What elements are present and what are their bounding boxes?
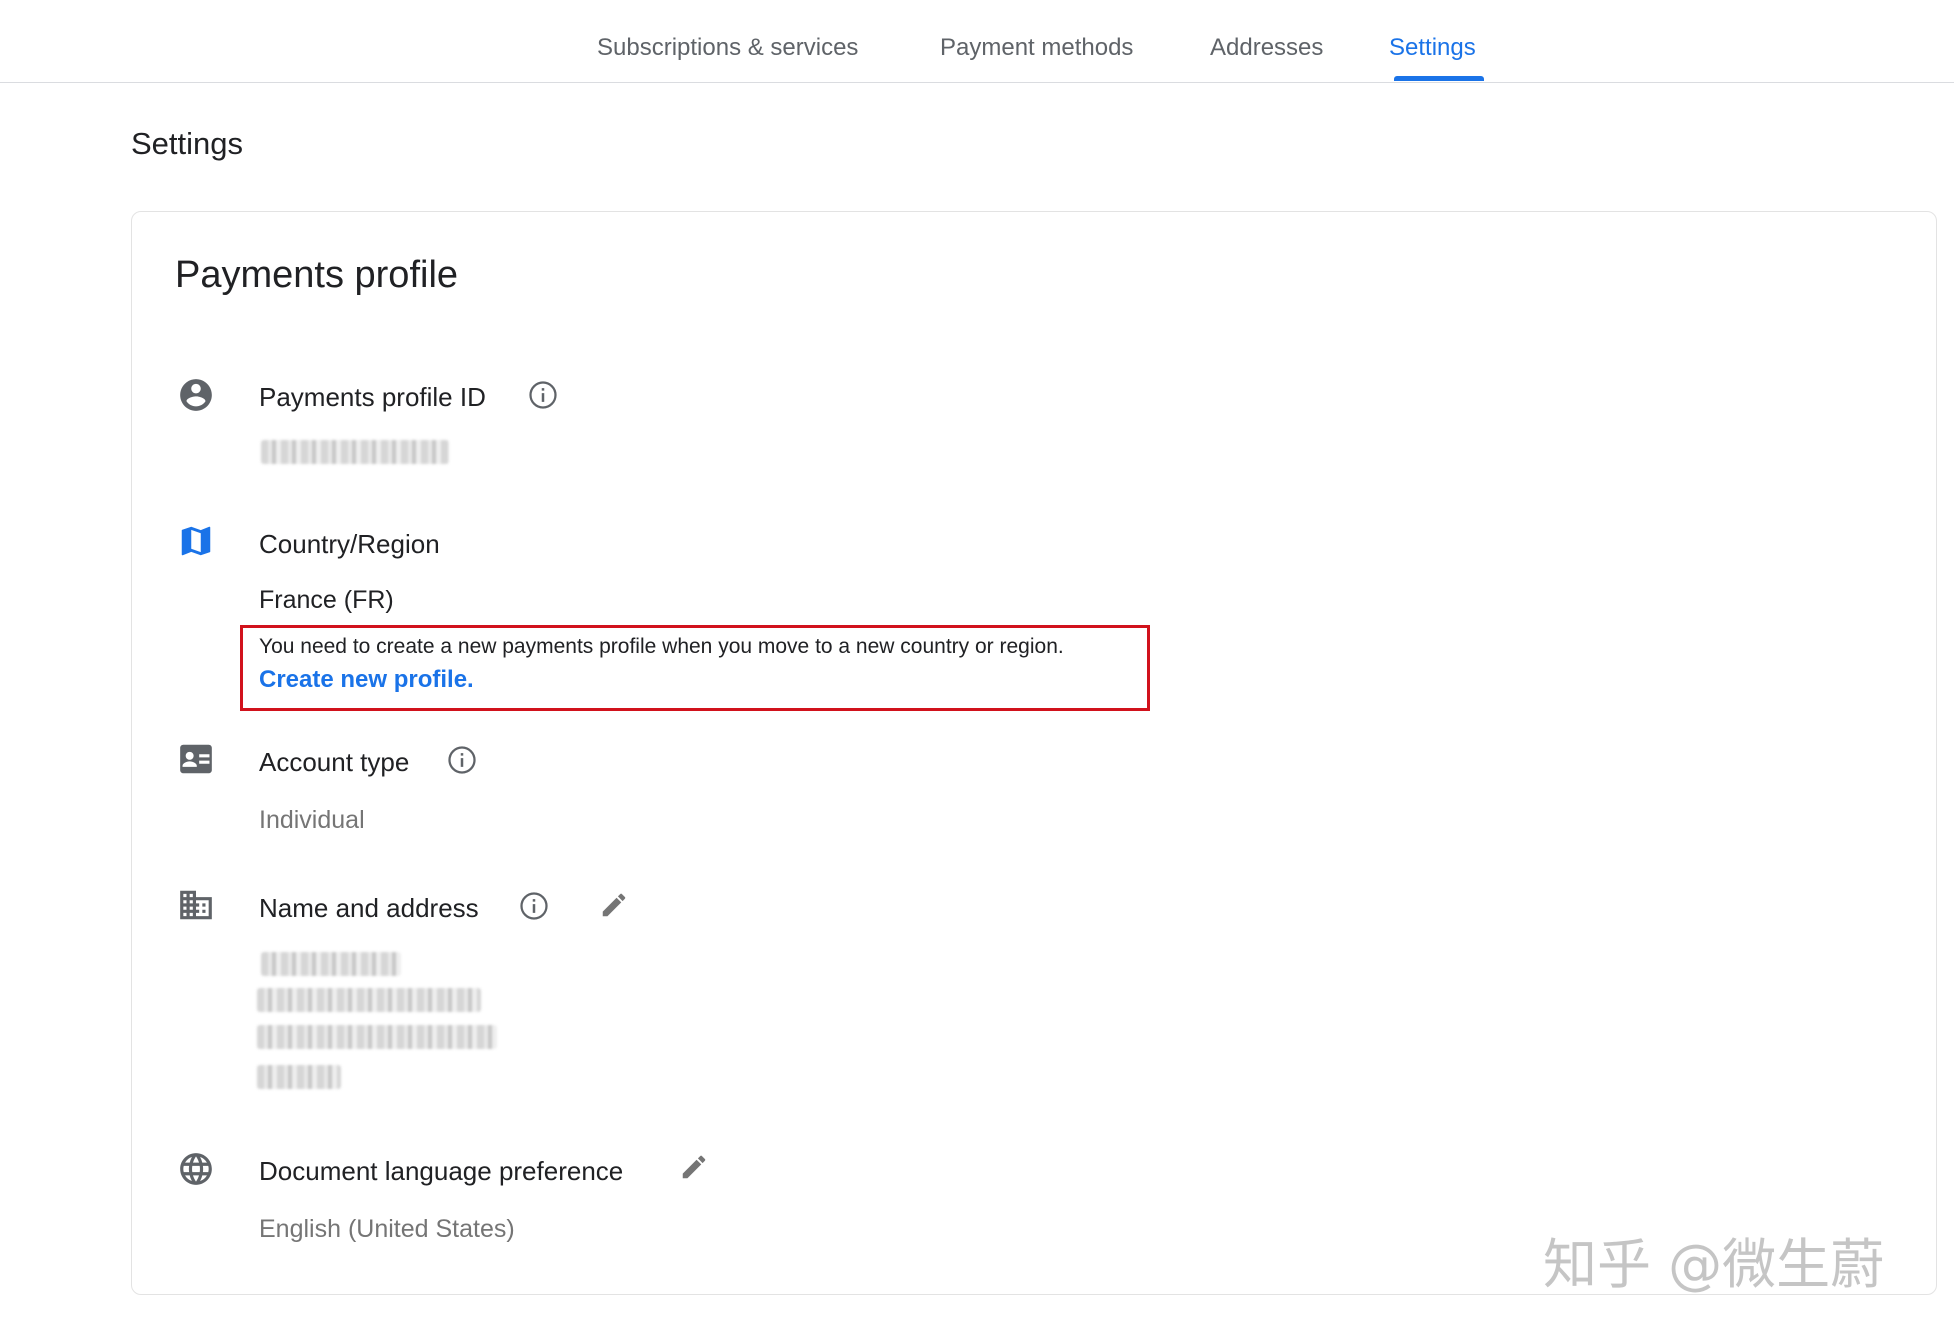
info-icon[interactable] xyxy=(447,745,477,775)
redacted-address-line-2 xyxy=(257,1025,497,1049)
active-tab-indicator xyxy=(1394,76,1484,81)
create-new-profile-link[interactable]: Create new profile. xyxy=(259,666,474,694)
watermark: 知乎 @微生蔚 xyxy=(1543,1233,1885,1296)
document-language-value: English (United States) xyxy=(259,1215,515,1243)
redacted-address-line-3 xyxy=(257,1065,341,1089)
tab-settings[interactable]: Settings xyxy=(1389,34,1476,62)
edit-pencil-icon[interactable] xyxy=(679,1152,709,1182)
top-navigation: Subscriptions & services Payment methods… xyxy=(0,0,1954,83)
account-circle-icon xyxy=(180,379,212,411)
page-title: Settings xyxy=(131,126,244,161)
redacted-name xyxy=(261,952,401,976)
map-icon xyxy=(181,526,211,556)
info-icon[interactable] xyxy=(519,891,549,921)
info-icon[interactable] xyxy=(528,380,558,410)
building-icon xyxy=(180,890,212,920)
account-type-label: Account type xyxy=(259,747,410,777)
redacted-profile-id xyxy=(261,440,449,464)
country-region-value: France (FR) xyxy=(259,586,394,614)
card-title: Payments profile xyxy=(175,254,459,296)
document-language-label: Document language preference xyxy=(259,1156,624,1186)
tab-payment-methods[interactable]: Payment methods xyxy=(940,34,1133,62)
payments-profile-id-label: Payments profile ID xyxy=(259,382,486,412)
edit-pencil-icon[interactable] xyxy=(599,890,629,920)
id-card-icon xyxy=(180,744,212,774)
relocation-notice-text: You need to create a new payments profil… xyxy=(259,635,1064,658)
redacted-address-line-1 xyxy=(257,988,481,1012)
globe-icon xyxy=(180,1153,212,1185)
account-type-value: Individual xyxy=(259,806,365,834)
name-address-label: Name and address xyxy=(259,893,479,923)
tab-addresses[interactable]: Addresses xyxy=(1210,34,1323,62)
country-region-label: Country/Region xyxy=(259,529,440,559)
tab-subscriptions-services[interactable]: Subscriptions & services xyxy=(597,34,858,62)
